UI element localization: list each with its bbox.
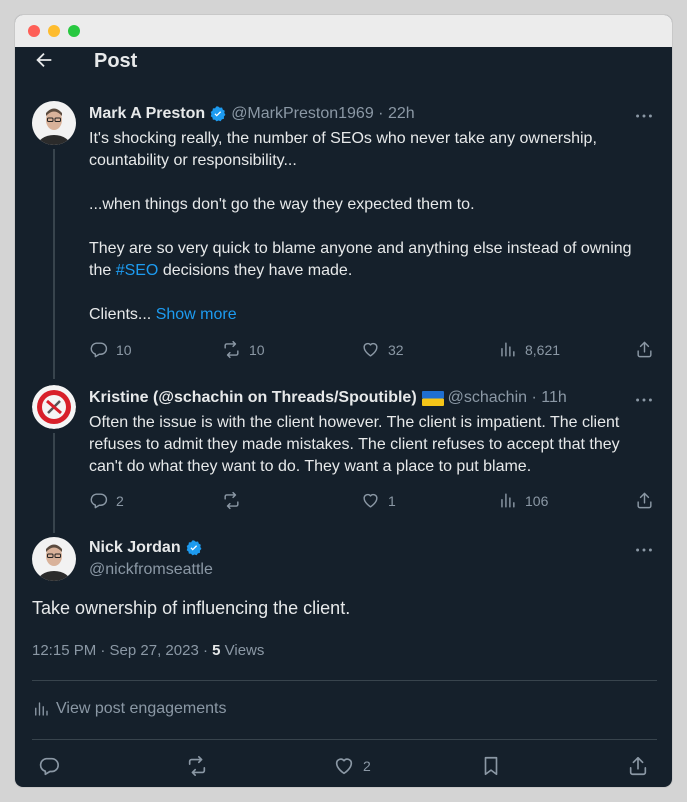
close-window-button[interactable] <box>28 25 40 37</box>
repost-icon <box>224 491 239 510</box>
share-icon[interactable] <box>635 340 654 359</box>
view-engagements-link[interactable]: View post engagements <box>32 700 226 718</box>
reply-count: 2 <box>116 492 124 509</box>
heart-icon <box>363 493 378 508</box>
repost-icon <box>224 340 239 359</box>
main-post-text: Take ownership of influencing the client… <box>32 598 351 618</box>
post-author-row: Kristine (@schachin on Threads/Spoutible… <box>89 389 567 407</box>
share-icon[interactable] <box>635 491 654 510</box>
reply-button[interactable]: 10 <box>89 340 132 359</box>
like-button[interactable]: 2 <box>333 755 371 777</box>
view-count: 106 <box>525 492 549 509</box>
reply-icon <box>39 757 59 776</box>
back-arrow-icon[interactable] <box>33 49 55 71</box>
page-title: Post <box>94 50 138 72</box>
reply-icon <box>90 493 108 509</box>
thread-line <box>53 433 55 533</box>
repost-icon <box>188 756 206 776</box>
reply-icon <box>90 342 108 358</box>
heart-icon <box>363 342 378 357</box>
view-count: 8,621 <box>525 341 561 358</box>
like-button[interactable]: 32 <box>361 340 404 359</box>
divider <box>32 680 657 681</box>
post-author-row: Mark A Preston @MarkPreston1969 · 22h <box>89 105 415 123</box>
avatar[interactable] <box>32 101 76 145</box>
repost-count: 10 <box>249 341 265 358</box>
author-handle[interactable]: @MarkPreston1969 · 22h <box>231 105 414 123</box>
share-icon <box>629 756 647 776</box>
post-author-row: Nick Jordan <box>89 539 203 557</box>
post-text: It's shocking really, the number of SEOs… <box>89 128 649 326</box>
ukraine-flag-icon <box>421 390 444 406</box>
bookmark-icon <box>484 756 498 776</box>
post-paragraph: It's shocking really, the number of SEOs… <box>89 130 597 169</box>
more-options-icon[interactable] <box>633 539 655 561</box>
bar-chart-icon <box>35 702 48 716</box>
browser-window: Post Mark A Preston @MarkPreston1969 · 2… <box>15 15 672 787</box>
repost-button[interactable]: 10 <box>222 340 265 359</box>
window-titlebar <box>15 15 672 47</box>
divider <box>32 739 657 740</box>
like-count: 2 <box>363 758 371 774</box>
engagements-label: View post engagements <box>56 700 227 717</box>
like-count: 32 <box>388 341 404 358</box>
more-options-icon[interactable] <box>633 389 655 411</box>
author-name[interactable]: Mark A Preston <box>89 105 205 123</box>
post-paragraph: They are so very quick to blame anyone a… <box>89 240 632 279</box>
like-count: 1 <box>388 492 396 509</box>
bookmark-button[interactable] <box>480 755 502 777</box>
post-header: Post <box>15 47 672 77</box>
avatar[interactable] <box>32 537 76 581</box>
like-button[interactable]: 1 <box>361 491 396 510</box>
reply-count: 10 <box>116 341 132 358</box>
post-paragraph: Clients... Show more <box>89 306 237 323</box>
avatar[interactable] <box>32 385 76 429</box>
reply-button[interactable] <box>38 755 60 777</box>
more-options-icon[interactable] <box>633 105 655 127</box>
author-name[interactable]: Kristine (@schachin on Threads/Spoutible… <box>89 389 417 407</box>
verified-badge-icon <box>186 540 202 556</box>
post-paragraph: ...when things don't go the way they exp… <box>89 196 475 213</box>
heart-icon <box>335 758 353 775</box>
reply-button[interactable]: 2 <box>89 491 124 510</box>
bar-chart-icon <box>501 493 515 508</box>
repost-button[interactable] <box>186 755 208 777</box>
author-name[interactable]: Nick Jordan <box>89 539 181 557</box>
post-text: Often the issue is with the client howev… <box>89 414 620 475</box>
repost-button[interactable] <box>222 491 249 510</box>
views-label: Views <box>220 642 265 659</box>
thread-line <box>53 149 55 379</box>
views-button[interactable]: 106 <box>498 491 548 510</box>
share-button[interactable] <box>627 755 649 777</box>
bar-chart-icon <box>501 342 515 357</box>
maximize-window-button[interactable] <box>68 25 80 37</box>
verified-badge-icon <box>210 106 226 122</box>
post-metadata: 12:15 PM · Sep 27, 2023 · 5 Views <box>32 642 264 659</box>
views-button[interactable]: 8,621 <box>498 340 560 359</box>
author-handle[interactable]: @schachin · 11h <box>448 389 567 407</box>
minimize-window-button[interactable] <box>48 25 60 37</box>
show-more-link[interactable]: Show more <box>156 306 237 323</box>
author-handle[interactable]: @nickfromseattle <box>89 561 213 579</box>
post-timestamp[interactable]: 12:15 PM · Sep 27, 2023 · <box>32 642 212 659</box>
hashtag-link[interactable]: #SEO <box>116 262 159 279</box>
